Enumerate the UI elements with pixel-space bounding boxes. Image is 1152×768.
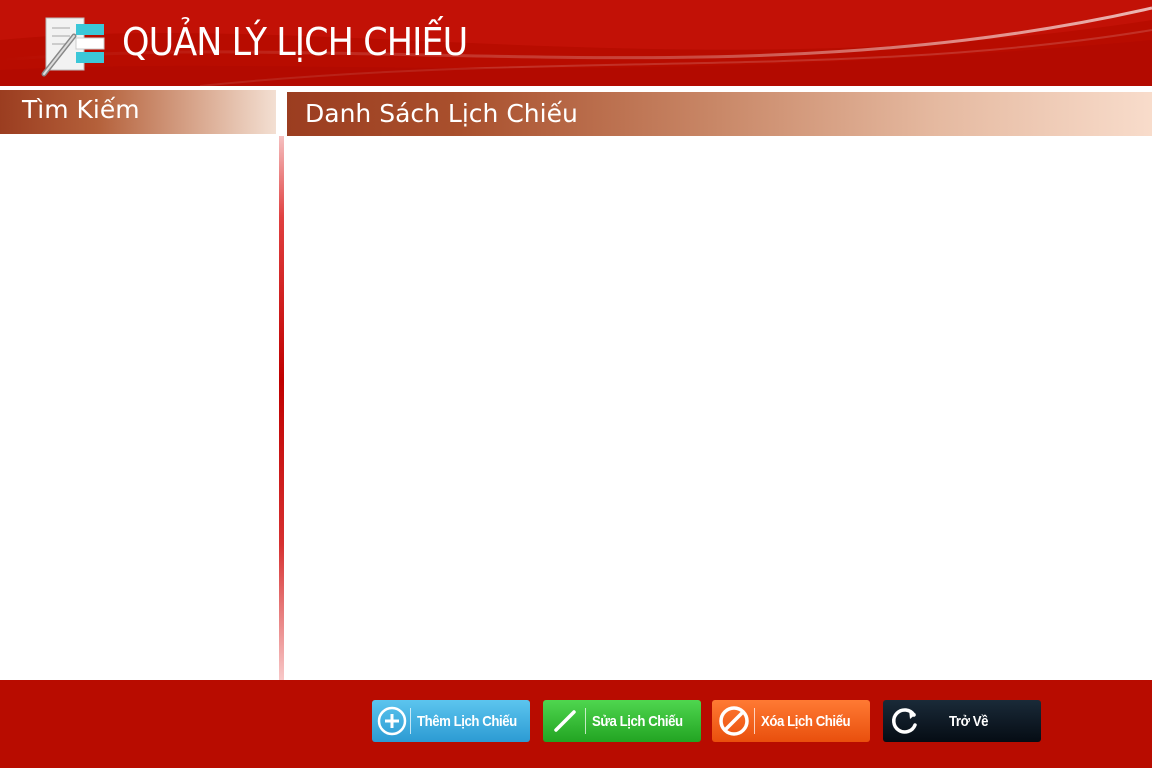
search-panel-title: Tìm Kiếm xyxy=(0,90,276,134)
schedule-list[interactable] xyxy=(287,136,1152,680)
button-separator xyxy=(754,708,755,734)
schedule-edit-icon xyxy=(41,17,105,77)
button-separator xyxy=(585,708,586,734)
pencil-icon xyxy=(547,700,583,742)
plus-circle-icon xyxy=(376,700,408,742)
list-panel-title: Danh Sách Lịch Chiếu xyxy=(287,92,1152,136)
delete-schedule-button[interactable]: Xóa Lịch Chiếu xyxy=(712,700,870,742)
edit-schedule-label: Sửa Lịch Chiếu xyxy=(592,712,683,730)
prohibit-icon xyxy=(716,700,752,742)
panel-divider xyxy=(279,136,284,680)
add-schedule-label: Thêm Lịch Chiếu xyxy=(416,712,517,730)
app-header: QUẢN LÝ LỊCH CHIẾU xyxy=(0,0,1152,86)
button-separator xyxy=(410,708,411,734)
back-button[interactable]: Trở Về xyxy=(883,700,1041,742)
search-panel xyxy=(0,86,282,680)
divider-gap xyxy=(278,86,286,136)
delete-schedule-label: Xóa Lịch Chiếu xyxy=(761,712,851,730)
refresh-icon xyxy=(887,700,923,742)
page-title: QUẢN LÝ LỊCH CHIẾU xyxy=(122,20,468,64)
back-label: Trở Về xyxy=(949,712,989,730)
add-schedule-button[interactable]: Thêm Lịch Chiếu xyxy=(372,700,530,742)
edit-schedule-button[interactable]: Sửa Lịch Chiếu xyxy=(543,700,701,742)
